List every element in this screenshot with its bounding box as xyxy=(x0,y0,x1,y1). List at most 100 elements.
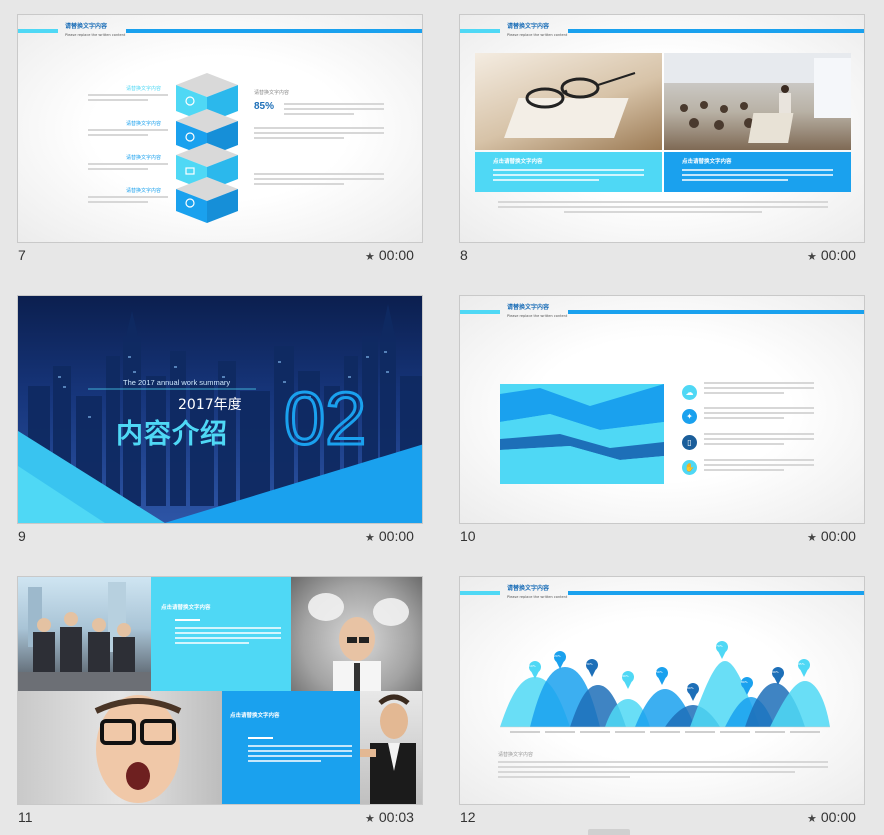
bottom-text xyxy=(498,201,828,216)
text-box-bottom: 点击请替换文字内容 xyxy=(222,691,360,804)
slide-title: 请替换文字内容 xyxy=(507,585,550,592)
left-text-3 xyxy=(88,163,168,173)
header-accent-right xyxy=(568,591,864,595)
left-label-2: 请替换文字内容 xyxy=(126,121,162,127)
right-text-block-1 xyxy=(284,103,384,118)
item-text-3 xyxy=(704,433,814,448)
header-accent-right xyxy=(126,29,422,33)
photo-classroom xyxy=(664,53,851,150)
cloud-icon: ☁ xyxy=(682,385,697,400)
pin-label-8: 80% xyxy=(741,680,748,684)
bulb-icon: ✦ xyxy=(682,409,697,424)
left-label-3: 请替换文字内容 xyxy=(126,155,162,161)
english-subtitle: The 2017 annual work summary xyxy=(123,378,231,387)
slide-number: 12 xyxy=(460,809,476,825)
slide-time: 00:00 xyxy=(820,528,856,544)
slide-thumbnail-10[interactable]: 请替换文字内容 Please replace the written conte… xyxy=(459,295,865,524)
header-accent-left xyxy=(460,591,500,595)
slide-number: 8 xyxy=(460,247,468,263)
star-icon: ★ xyxy=(807,532,817,544)
slide-title: 请替换文字内容 xyxy=(507,304,550,311)
header-accent-right xyxy=(568,310,864,314)
right-text-block-2 xyxy=(254,127,384,142)
text-box-top: 点击请替换文字内容 xyxy=(151,577,291,691)
mountain-pin-graphic xyxy=(500,641,830,733)
star-icon: ★ xyxy=(807,813,817,825)
year-label: 2017年度 xyxy=(178,397,242,413)
header-accent-left xyxy=(460,310,500,314)
percent-value: 85% xyxy=(254,101,275,112)
slide-thumbnail-9[interactable]: 02 The 2017 annual work summary 2017年度 内… xyxy=(17,295,423,524)
slide-time: 00:00 xyxy=(820,809,856,825)
left-text-2 xyxy=(88,129,168,139)
photo-glasses-book xyxy=(475,53,662,150)
phone-icon: ▯ xyxy=(682,435,697,450)
star-icon: ★ xyxy=(365,532,375,544)
header-accent-left xyxy=(460,29,500,33)
slide-thumbnail-12[interactable]: 请替换文字内容 Please replace the written conte… xyxy=(459,576,865,805)
pin-label-3: 30% xyxy=(586,662,593,666)
layered-area-graphic xyxy=(500,384,664,484)
slide-title: 请替换文字内容 xyxy=(65,23,108,30)
pin-label-9: 90% xyxy=(772,670,779,674)
photo-pointing-man xyxy=(360,691,422,804)
bottom-title: 请替换文字内容 xyxy=(498,752,534,758)
photo-shocked-man xyxy=(18,691,222,804)
item-text-2 xyxy=(704,407,814,422)
slide-subtitle: Please replace the written content xyxy=(65,33,126,37)
hand-icon: ✋ xyxy=(682,460,697,475)
header-accent-left xyxy=(18,29,58,33)
slide-number: 10 xyxy=(460,528,476,544)
text-box-top-title: 点击请替换文字内容 xyxy=(161,605,211,611)
star-icon: ★ xyxy=(807,251,817,263)
left-text-1 xyxy=(88,94,168,104)
slide-number: 9 xyxy=(18,528,26,544)
slide-subtitle: Please replace the written content xyxy=(507,595,568,599)
slide-timing[interactable]: ★ 00:00 xyxy=(365,528,414,544)
slide-thumbnail-8[interactable]: 请替换文字内容 Please replace the written conte… xyxy=(459,14,865,243)
caption-box-left: 点击请替换文字内容 xyxy=(475,152,662,192)
star-icon: ★ xyxy=(365,813,375,825)
slide-timing[interactable]: ★ 00:00 xyxy=(807,247,856,263)
slide-timing[interactable]: ★ 00:00 xyxy=(807,528,856,544)
slide-thumbnail-7[interactable]: 请替换文字内容 Please replace the written conte… xyxy=(17,14,423,243)
slide-timing[interactable]: ★ 00:03 xyxy=(365,809,414,825)
photo-stressed-man xyxy=(291,577,422,691)
slide-subtitle: Please replace the written content xyxy=(507,33,568,37)
right-title: 请替换文字内容 xyxy=(254,90,290,96)
item-text-4 xyxy=(704,459,814,474)
caption-box-right: 点击请替换文字内容 xyxy=(664,152,851,192)
right-text-block-3 xyxy=(254,173,384,188)
slide-number: 11 xyxy=(18,809,33,825)
pin-label-4: 40% xyxy=(622,674,629,678)
pin-label-5: 50% xyxy=(656,670,663,674)
pin-label-7: 70% xyxy=(716,644,723,648)
stacked-cube-graphic xyxy=(176,73,238,223)
header-accent-right xyxy=(568,29,864,33)
text-box-bottom-title: 点击请替换文字内容 xyxy=(230,713,280,719)
item-text-1 xyxy=(704,382,814,397)
section-title: 内容介绍 xyxy=(116,419,228,450)
bottom-text xyxy=(498,761,828,781)
slide-timing[interactable]: ★ 00:00 xyxy=(365,247,414,263)
slide-subtitle: Please replace the written content xyxy=(507,314,568,318)
slide-title: 请替换文字内容 xyxy=(507,23,550,30)
left-label-4: 请替换文字内容 xyxy=(126,188,162,194)
star-icon: ★ xyxy=(365,251,375,263)
slide-time: 00:00 xyxy=(378,247,414,263)
slide-time: 00:03 xyxy=(378,809,414,825)
pin-label-2: 20% xyxy=(554,654,561,658)
pin-label-10: 95% xyxy=(798,662,805,666)
pin-label-6: 60% xyxy=(687,686,694,690)
left-text-4 xyxy=(88,196,168,206)
pin-label-1: 10% xyxy=(529,664,536,668)
slide-thumbnail-11[interactable]: 点击请替换文字内容 点击请替换文字内容 xyxy=(17,576,423,805)
slide-number: 7 xyxy=(18,247,26,263)
section-number: 02 xyxy=(284,377,366,460)
slide-time: 00:00 xyxy=(820,247,856,263)
left-label-1: 请替换文字内容 xyxy=(126,86,162,92)
slide-time: 00:00 xyxy=(378,528,414,544)
scroll-grip[interactable] xyxy=(588,829,630,835)
slide-timing[interactable]: ★ 00:00 xyxy=(807,809,856,825)
caption-box-left-title: 点击请替换文字内容 xyxy=(493,159,543,165)
